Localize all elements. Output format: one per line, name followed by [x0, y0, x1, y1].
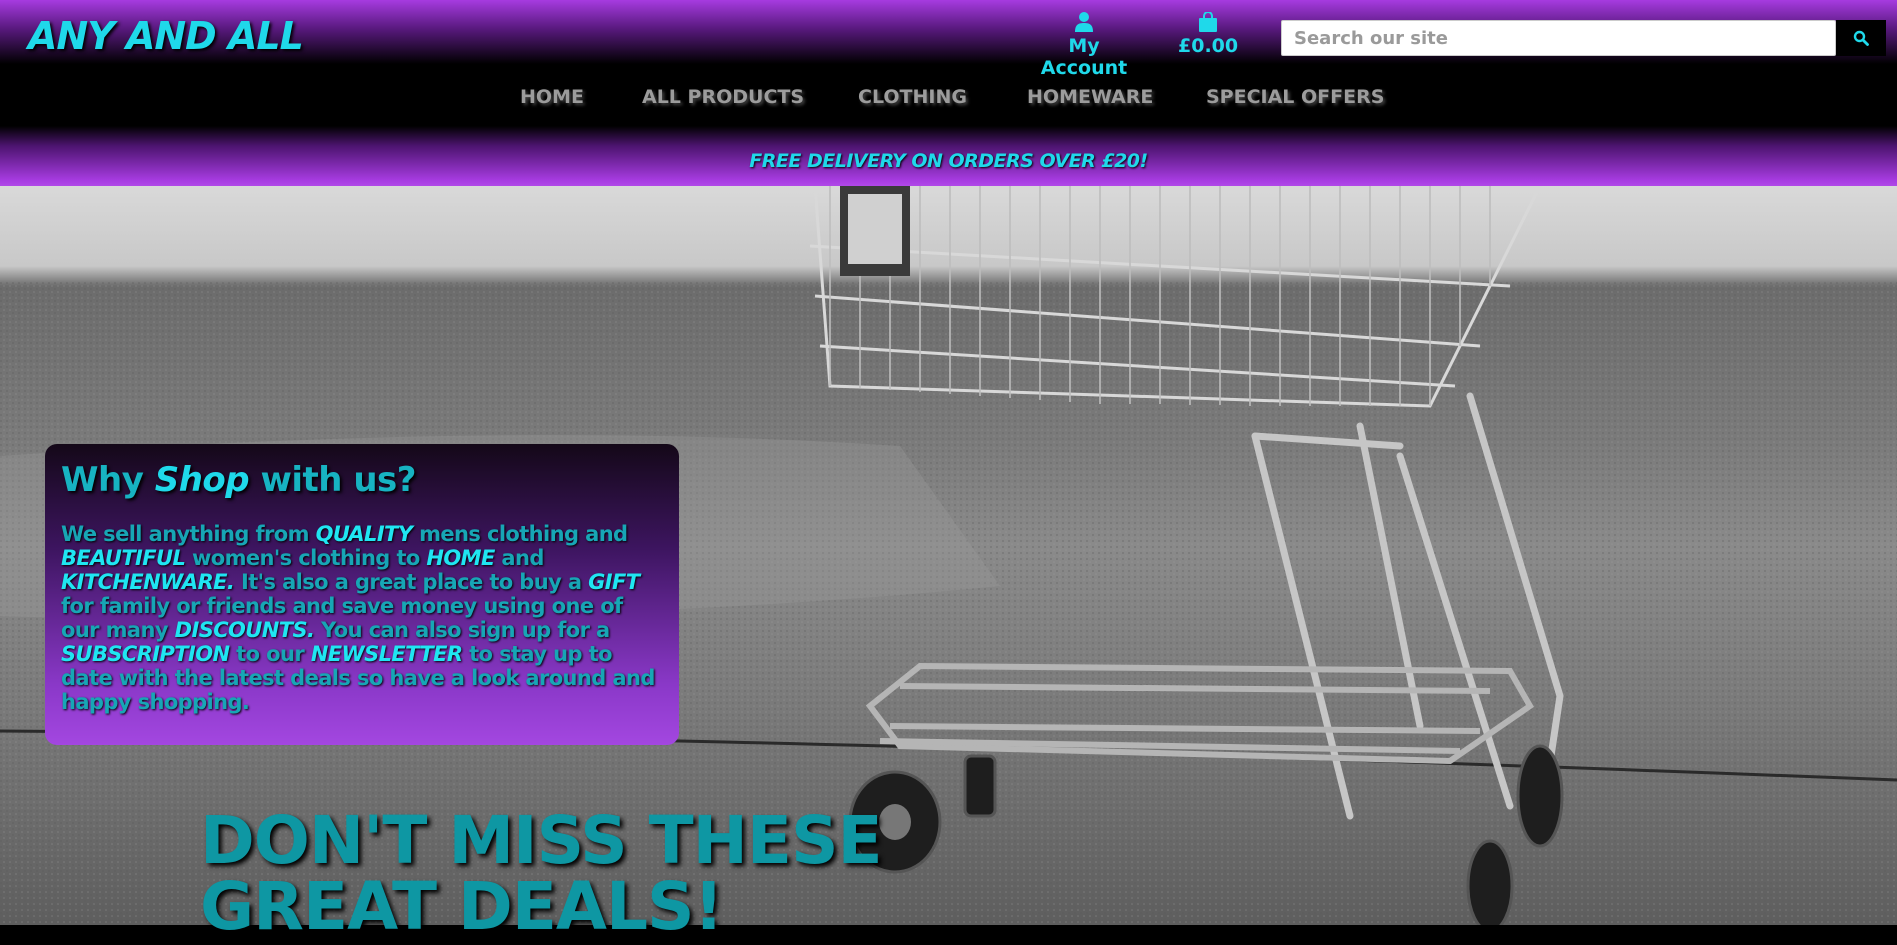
nav-item-special-offers[interactable]: SPECIAL OFFERS — [1206, 86, 1384, 108]
why-segment: mens clothing and — [412, 522, 628, 546]
nav-item-all-products[interactable]: ALL PRODUCTS — [642, 86, 804, 108]
why-segment: It's also a great place to buy a — [234, 570, 589, 594]
nav-item-homeware[interactable]: HOMEWARE — [1027, 86, 1153, 108]
site-header: ANY AND ALL My Account £0.00 HOME ALL PR… — [0, 0, 1897, 186]
why-title-emphasis: Shop — [154, 460, 250, 500]
why-shop-paragraph: We sell anything from QUALITY mens cloth… — [61, 522, 663, 714]
site-logo[interactable]: ANY AND ALL — [28, 14, 304, 58]
nav-item-home[interactable]: HOME — [520, 86, 584, 108]
why-segment: You can also sign up for a — [314, 618, 610, 642]
why-segment: and — [494, 546, 544, 570]
deals-heading: DON'T MISS THESE GREAT DEALS! — [200, 808, 883, 940]
why-shop-title: Why Shop with us? — [61, 460, 663, 500]
main-nav: HOME ALL PRODUCTS CLOTHING HOMEWARE SPEC… — [0, 86, 1897, 112]
why-title-start: Why — [61, 460, 144, 500]
why-shop-card: Why Shop with us? We sell anything from … — [45, 444, 679, 745]
keyword-discounts: DISCOUNTS. — [174, 618, 315, 642]
why-segment: to our — [229, 642, 311, 666]
keyword-quality: QUALITY — [315, 522, 413, 546]
my-account-link[interactable]: My Account — [1028, 12, 1140, 79]
keyword-home: HOME — [426, 546, 495, 570]
shopping-bag-link[interactable]: £0.00 — [1178, 12, 1238, 57]
search-icon — [1853, 30, 1869, 46]
why-segment: women's clothing to — [185, 546, 427, 570]
search-input[interactable] — [1281, 20, 1836, 56]
keyword-kitchenware: KITCHENWARE. — [61, 570, 235, 594]
shopping-bag-icon — [1199, 12, 1217, 32]
keyword-gift: GIFT — [588, 570, 640, 594]
search-bar — [1281, 20, 1886, 56]
keyword-newsletter: NEWSLETTER — [310, 642, 463, 666]
search-button[interactable] — [1836, 20, 1886, 56]
why-segment: We sell anything from — [61, 522, 316, 546]
keyword-subscription: SUBSCRIPTION — [61, 642, 230, 666]
nav-item-clothing[interactable]: CLOTHING — [858, 86, 967, 108]
bag-total: £0.00 — [1178, 35, 1239, 57]
why-title-end: with us? — [260, 460, 416, 500]
my-account-label: My Account — [1040, 35, 1128, 79]
promo-banner: FREE DELIVERY ON ORDERS OVER £20! — [749, 150, 1148, 172]
deals-heading-line2: GREAT DEALS! — [200, 868, 724, 945]
user-icon — [1075, 12, 1093, 32]
keyword-beautiful: BEAUTIFUL — [61, 546, 186, 570]
